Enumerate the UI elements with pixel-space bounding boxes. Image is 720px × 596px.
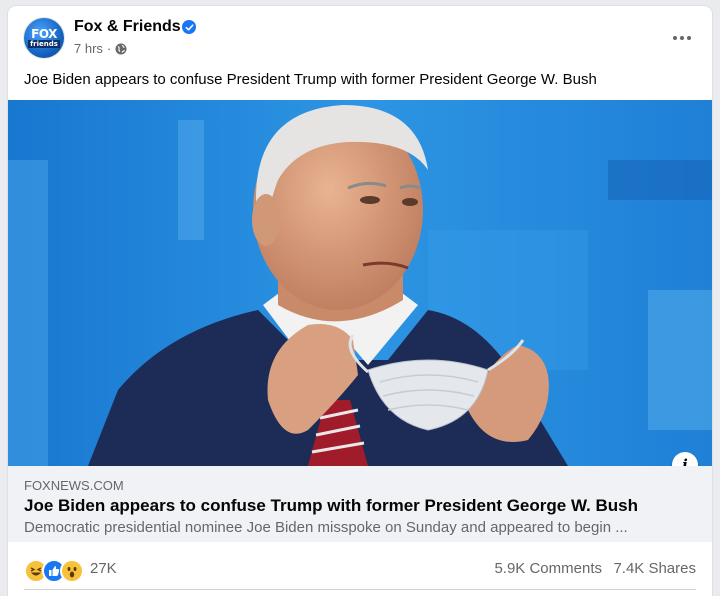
avatar-logo-text: FOX <box>31 27 57 41</box>
wow-icon <box>60 559 84 583</box>
comments-count[interactable]: 5.9K Comments <box>494 560 602 577</box>
link-domain: FOXNEWS.COM <box>24 478 124 493</box>
post-stats: 27K 5.9K Comments 7.4K Shares <box>8 546 712 588</box>
reaction-count[interactable]: 27K <box>90 560 117 577</box>
stats-divider <box>24 589 696 590</box>
page-name[interactable]: Fox & Friends <box>74 18 181 36</box>
post-meta: 7 hrs · <box>74 41 127 56</box>
link-preview[interactable]: FOXNEWS.COM Joe Biden appears to confuse… <box>8 466 712 542</box>
post-text: Joe Biden appears to confuse President T… <box>24 71 597 88</box>
avatar-logo-subtext: friends <box>28 40 60 48</box>
link-preview-image[interactable] <box>8 100 712 466</box>
reaction-icons[interactable] <box>24 559 84 583</box>
link-title[interactable]: Joe Biden appears to confuse Trump with … <box>24 496 638 516</box>
more-options-icon[interactable] <box>668 24 696 52</box>
shares-count[interactable]: 7.4K Shares <box>613 560 696 577</box>
link-description: Democratic presidential nominee Joe Bide… <box>24 519 628 536</box>
page-avatar[interactable]: FOX friends <box>24 18 64 58</box>
verified-badge-icon <box>182 20 196 34</box>
post-header: FOX friends Fox & Friends 7 hrs · <box>8 6 712 70</box>
meta-separator: · <box>106 41 112 56</box>
post-card: FOX friends Fox & Friends 7 hrs · Joe Bi… <box>8 6 712 596</box>
post-timestamp[interactable]: 7 hrs <box>74 41 103 56</box>
globe-icon[interactable] <box>115 43 127 55</box>
